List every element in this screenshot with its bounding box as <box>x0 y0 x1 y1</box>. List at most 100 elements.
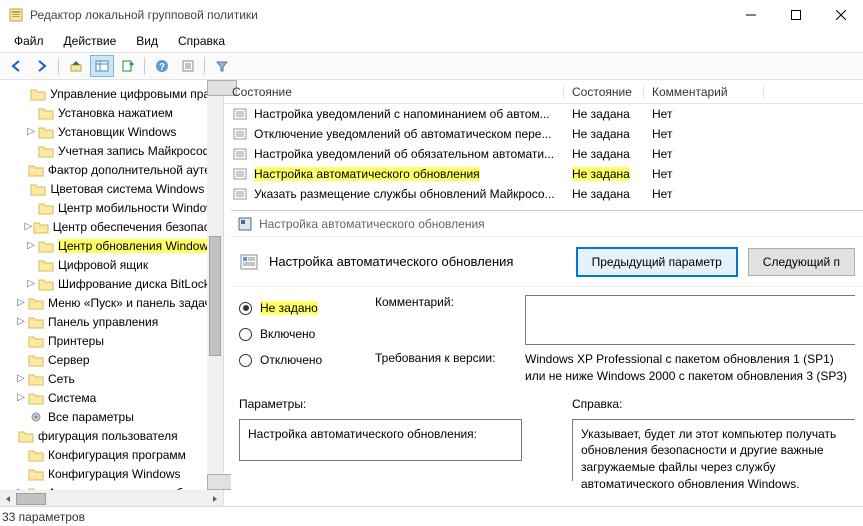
tree-item[interactable]: ▷Установщик Windows <box>0 122 223 141</box>
status-bar: 33 параметров <box>0 506 863 526</box>
svg-text:?: ? <box>159 62 165 73</box>
setting-icon <box>232 146 248 162</box>
setting-comment: Нет <box>644 147 764 161</box>
tree-item[interactable]: Управление цифровыми права <box>0 84 223 103</box>
folder-icon <box>28 372 44 386</box>
tree-item[interactable]: Учетная запись Майкрософт <box>0 141 223 160</box>
comment-textbox[interactable] <box>525 295 855 345</box>
policy-icon <box>239 252 259 272</box>
tree-item[interactable]: ▷Центр обеспечения безопасно <box>0 217 223 236</box>
tree-item[interactable]: Цифровой ящик <box>0 255 223 274</box>
parameters-label: Параметры: <box>239 397 522 411</box>
setting-icon <box>232 106 248 122</box>
radio-not-set[interactable]: Не задано <box>239 301 359 315</box>
scroll-left-icon[interactable] <box>0 491 16 507</box>
setting-state: Не задана <box>572 127 630 141</box>
folder-icon <box>38 277 54 291</box>
expand-icon[interactable]: ▷ <box>24 126 38 137</box>
menubar: Файл Действие Вид Справка <box>0 30 863 52</box>
tree-item[interactable]: Центр мобильности Windows <box>0 198 223 217</box>
tree-item-label: фигурация пользователя <box>38 429 178 443</box>
tree-item[interactable]: Установка нажатием <box>0 103 223 122</box>
menu-view[interactable]: Вид <box>128 32 166 50</box>
forward-button[interactable] <box>30 55 54 77</box>
gear-icon <box>28 410 44 424</box>
tree[interactable]: Управление цифровыми права Установка нажа… <box>0 80 223 490</box>
menu-file[interactable]: Файл <box>6 32 52 50</box>
setting-state: Не задана <box>572 107 630 121</box>
tree-item[interactable]: Конфигурация программ <box>0 445 223 464</box>
scroll-thumb-v[interactable] <box>209 236 221 356</box>
comment-label: Комментарий: <box>375 295 515 309</box>
expand-icon[interactable]: ▷ <box>14 297 28 308</box>
column-state[interactable]: Состояние <box>564 85 644 99</box>
next-parameter-button[interactable]: Следующий п <box>748 248 855 276</box>
tree-item-label: Управление цифровыми права <box>50 87 223 101</box>
folder-icon <box>38 239 54 253</box>
folder-icon <box>28 467 44 481</box>
tree-item[interactable]: Конфигурация Windows <box>0 464 223 483</box>
folder-icon <box>38 258 54 272</box>
export-button[interactable] <box>116 55 140 77</box>
folder-icon <box>28 353 44 367</box>
tree-item[interactable]: ▷Система <box>0 388 223 407</box>
tree-item-label: Сеть <box>48 372 75 386</box>
list-row[interactable]: Настройка уведомлений с напоминанием об … <box>224 104 863 124</box>
list-row[interactable]: Указать размещение службы обновлений Май… <box>224 184 863 204</box>
tree-item[interactable]: Сервер <box>0 350 223 369</box>
expand-icon[interactable]: ▷ <box>14 316 28 327</box>
tree-item[interactable]: ▷ Меню «Пуск» и панель задач <box>0 293 223 312</box>
minimize-button[interactable] <box>728 0 773 30</box>
tree-item[interactable]: ▷Центр обновления Windows <box>0 236 223 255</box>
tree-item[interactable]: ▷Панель управления <box>0 312 223 331</box>
expand-icon[interactable]: ▷ <box>24 240 38 251</box>
list-row[interactable]: Настройка уведомлений об обязательном ав… <box>224 144 863 164</box>
scroll-thumb-h[interactable] <box>16 493 46 505</box>
expand-icon[interactable]: ▷ <box>14 373 28 384</box>
tree-item-label: Меню «Пуск» и панель задач <box>48 296 211 310</box>
previous-parameter-button[interactable]: Предыдущий параметр <box>576 247 738 277</box>
properties-button[interactable] <box>176 55 200 77</box>
tree-item[interactable]: фигурация пользователя <box>0 426 223 445</box>
tree-item[interactable]: Все параметры <box>0 407 223 426</box>
tree-item-label: Центр мобильности Windows <box>58 201 221 215</box>
setting-icon <box>232 166 248 182</box>
radio-disabled[interactable]: Отключено <box>239 353 359 367</box>
help-label: Справка: <box>572 397 855 411</box>
expand-icon[interactable]: ▷ <box>24 221 33 232</box>
scroll-right-icon[interactable] <box>207 491 223 507</box>
radio-enabled[interactable]: Включено <box>239 327 359 341</box>
close-button[interactable] <box>818 0 863 30</box>
help-button[interactable]: ? <box>150 55 174 77</box>
tree-item-label: Сервер <box>48 353 90 367</box>
tree-scrollbar-h[interactable] <box>0 490 223 506</box>
tree-item[interactable]: Цветовая система Windows Co <box>0 179 223 198</box>
tree-item[interactable]: ▷ Шифрование диска BitLocker <box>0 274 223 293</box>
column-comment[interactable]: Комментарий <box>644 85 764 99</box>
back-button[interactable] <box>4 55 28 77</box>
tree-item[interactable]: Принтеры <box>0 331 223 350</box>
filter-button[interactable] <box>210 55 234 77</box>
requirements-text: Windows XP Professional с пакетом обновл… <box>525 351 855 385</box>
expand-icon[interactable]: ▷ <box>14 392 28 403</box>
tree-item-label: Шифрование диска BitLocker <box>58 277 220 291</box>
tree-item[interactable]: ▷Административные шаблоны <box>0 483 223 490</box>
list-row[interactable]: Настройка автоматического обновленияНе з… <box>224 164 863 184</box>
titlebar: Редактор локальной групповой политики <box>0 0 863 30</box>
toolbar: ? <box>0 52 863 80</box>
folder-icon <box>28 448 44 462</box>
list-row[interactable]: Отключение уведомлений об автоматическом… <box>224 124 863 144</box>
tree-item[interactable]: ▷ Сеть <box>0 369 223 388</box>
expand-icon[interactable]: ▷ <box>24 278 38 289</box>
policy-dialog: Настройка автоматического обновления Нас… <box>231 210 863 506</box>
folder-icon <box>28 163 44 177</box>
tree-item-label: Конфигурация Windows <box>48 467 181 481</box>
column-name[interactable]: Состояние <box>224 85 564 99</box>
show-list-button[interactable] <box>90 55 114 77</box>
tree-item[interactable]: Фактор дополнительной аутент <box>0 160 223 179</box>
up-button[interactable] <box>64 55 88 77</box>
tree-scrollbar-v[interactable] <box>207 80 223 490</box>
menu-help[interactable]: Справка <box>170 32 233 50</box>
menu-action[interactable]: Действие <box>56 32 125 50</box>
maximize-button[interactable] <box>773 0 818 30</box>
